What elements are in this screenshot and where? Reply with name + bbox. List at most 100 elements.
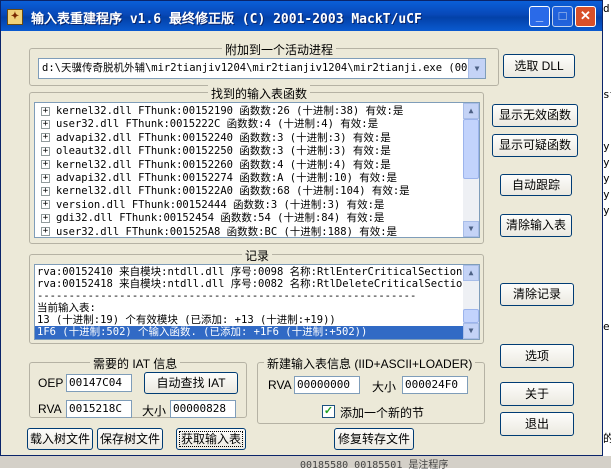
show-invalid-button[interactable]: 显示无效函数 <box>492 104 578 127</box>
expand-icon[interactable]: + <box>41 146 50 156</box>
scroll-down-arrow[interactable]: ▼ <box>463 323 479 339</box>
expand-icon[interactable]: + <box>41 133 50 143</box>
clear-imports-button[interactable]: 清除输入表 <box>500 214 572 237</box>
load-tree-button[interactable]: 载入树文件 <box>27 428 93 450</box>
log-line: rva:00152410 来自模块:ntdll.dll 序号:0098 名称:R… <box>37 266 463 278</box>
process-select[interactable]: d:\天骥传奇脱机外辅\mir2tianjiv1204\mir2tianjiv1… <box>38 58 486 79</box>
imports-group: 找到的输入表函数 + user32.dll FThunk:001525A8 函数数… <box>29 85 484 244</box>
new-rva-label: RVA <box>268 378 292 392</box>
import-tree-row-label: user32.dll FThunk:0015222C 函数数:4 (十进制:4)… <box>56 118 379 131</box>
background-window-bottom: 00185580 00185501 是注程序 <box>0 456 611 471</box>
import-tree-row-label: advapi32.dll FThunk:00152274 函数数:A (十进制:… <box>56 172 398 184</box>
expand-icon[interactable]: + <box>41 119 50 129</box>
import-tree-row[interactable]: + kernel32.dll FThunk:00152190 函数数:26 (十进… <box>35 105 403 118</box>
import-tree-row-label: kernel32.dll FThunk:001522A0 函数数:68 (十进制… <box>56 185 410 198</box>
scroll-up-arrow[interactable]: ▲ <box>463 265 479 281</box>
import-tree-row[interactable]: + gdi32.dll FThunk:00152454 函数数:54 (十进制:8… <box>35 212 384 225</box>
import-tree-row-label: kernel32.dll FThunk:00152260 函数数:4 (十进制:… <box>56 158 391 171</box>
close-icon: ✕ <box>580 8 591 23</box>
bg-text: y <box>603 188 610 201</box>
import-tree-row[interactable]: + user32.dll FThunk:001525A8 函数数:BC (十进制:… <box>35 225 398 238</box>
new-import-legend: 新建输入表信息 (IID+ASCII+LOADER) <box>264 355 476 372</box>
bg-text: e <box>603 320 610 333</box>
bg-text: 的 <box>603 432 611 445</box>
background-window-left: n n n n n n n <box>0 0 2 456</box>
oep-label: OEP <box>38 376 64 390</box>
expand-icon[interactable]: + <box>41 213 50 223</box>
show-suspect-button[interactable]: 显示可疑函数 <box>492 134 578 157</box>
bg-text: 00185580 00185501 是注程序 <box>300 460 449 471</box>
import-tree-row-label: user32.dll FThunk:001525A8 函数数:BC (十进制:1… <box>56 225 398 238</box>
bg-text: y <box>603 172 610 185</box>
scroll-thumb[interactable] <box>463 309 479 323</box>
scroll-down-arrow[interactable]: ▼ <box>463 221 479 237</box>
minimize-button[interactable]: _ <box>529 6 550 27</box>
import-tree-scrollbar[interactable]: ▲ ▼ <box>463 103 479 237</box>
import-tree-row-label: version.dll FThunk:00152444 函数数:3 (十进制:3… <box>56 198 385 211</box>
process-select-value: d:\天骥传奇脱机外辅\mir2tianjiv1204\mir2tianjiv1… <box>42 62 474 74</box>
import-tree-row[interactable]: + oleaut32.dll FThunk:00152250 函数数:3 (十进制… <box>35 145 391 158</box>
get-imports-button[interactable]: 获取输入表 <box>176 428 246 450</box>
add-section-checkbox[interactable]: ✓ <box>322 405 335 418</box>
window-title: 输入表重建程序 v1.6 最终修正版 (C) 2001-2003 MackT/u… <box>31 12 422 27</box>
log-group: 记录 1F6 (十进制:502) 个输入函数. (已添加: +1F6 (十进制:… <box>29 247 484 344</box>
expand-icon[interactable]: + <box>41 160 50 170</box>
add-section-label[interactable]: 添加一个新的节 <box>340 404 424 421</box>
new-size-input[interactable]: 000024F0 <box>402 376 468 394</box>
minimize-icon: _ <box>535 8 544 23</box>
title-bar[interactable]: ✦ 输入表重建程序 v1.6 最终修正版 (C) 2001-2003 MackT… <box>1 1 602 31</box>
maximize-button[interactable]: □ <box>552 6 573 27</box>
about-button[interactable]: 关于 <box>500 382 574 406</box>
exit-button[interactable]: 退出 <box>500 412 574 436</box>
oep-input[interactable]: 00147C04 <box>66 374 132 392</box>
bg-text: st <box>603 88 611 101</box>
log-scrollbar[interactable]: ▲ ▼ <box>463 265 479 339</box>
new-import-group: 新建输入表信息 (IID+ASCII+LOADER) RVA 00000000 … <box>257 355 485 424</box>
log-line: 13 (十进制:19) 个有效模块 (已添加: +13 (十进制:+19)) <box>37 314 336 326</box>
bg-text: y <box>603 140 610 153</box>
attach-group: 附加到一个活动进程 d:\天骥传奇脱机外辅\mir2tianjiv1204\mi… <box>29 41 499 86</box>
import-tree[interactable]: + user32.dll FThunk:001525A8 函数数:BC (十进制:… <box>34 102 480 238</box>
expand-icon[interactable]: + <box>41 106 50 116</box>
bg-text: d <box>603 2 610 15</box>
import-tree-row[interactable]: + kernel32.dll FThunk:00152260 函数数:4 (十进制… <box>35 159 391 172</box>
import-tree-row[interactable]: + kernel32.dll FThunk:001522A0 函数数:68 (十进… <box>35 185 410 198</box>
new-rva-input[interactable]: 00000000 <box>294 376 360 394</box>
scroll-up-arrow[interactable]: ▲ <box>463 103 479 119</box>
expand-icon[interactable]: + <box>41 227 50 237</box>
import-tree-row[interactable]: + advapi32.dll FThunk:00152240 函数数:3 (十进制… <box>35 132 391 145</box>
main-window: ✦ 输入表重建程序 v1.6 最终修正版 (C) 2001-2003 MackT… <box>0 0 603 456</box>
log-line[interactable]: 1F6 (十进制:502) 个输入函数. (已添加: +1F6 (十进制:+50… <box>35 326 463 339</box>
fix-dump-button[interactable]: 修复转存文件 <box>334 428 414 450</box>
import-tree-row[interactable]: + advapi32.dll FThunk:00152274 函数数:A (十进制… <box>35 172 397 185</box>
app-icon: ✦ <box>7 9 23 25</box>
expand-icon[interactable]: + <box>41 200 50 210</box>
iat-size-input[interactable]: 00000828 <box>170 400 236 418</box>
select-dll-button[interactable]: 选取 DLL <box>503 54 575 78</box>
scroll-thumb[interactable] <box>463 119 479 179</box>
bg-text: y <box>603 156 610 169</box>
bg-text: y <box>603 204 610 217</box>
log-list[interactable]: 1F6 (十进制:502) 个输入函数. (已添加: +1F6 (十进制:+50… <box>34 264 480 340</box>
auto-trace-button[interactable]: 自动跟踪 <box>500 174 572 196</box>
iat-rva-label: RVA <box>38 402 62 416</box>
close-button[interactable]: ✕ <box>575 6 596 27</box>
expand-icon[interactable]: + <box>41 186 50 196</box>
auto-search-iat-button[interactable]: 自动查找 IAT <box>144 372 238 394</box>
iat-group: 需要的 IAT 信息 OEP 00147C04 自动查找 IAT RVA 001… <box>29 355 247 418</box>
save-tree-button[interactable]: 保存树文件 <box>97 428 163 450</box>
imports-legend: 找到的输入表函数 <box>208 85 311 102</box>
options-button[interactable]: 选项 <box>500 344 574 368</box>
import-tree-row[interactable]: + version.dll FThunk:00152444 函数数:3 (十进制:… <box>35 199 384 212</box>
iat-rva-input[interactable]: 0015218C <box>66 400 132 418</box>
chevron-down-icon[interactable]: ▼ <box>468 59 485 78</box>
import-tree-row[interactable]: + user32.dll FThunk:0015222C 函数数:4 (十进制:4… <box>35 118 378 131</box>
expand-icon[interactable]: + <box>41 173 50 183</box>
log-line: 当前输入表: <box>37 302 96 314</box>
import-tree-row-label: gdi32.dll FThunk:00152454 函数数:54 (十进制:84… <box>56 212 385 225</box>
import-tree-row-label: advapi32.dll FThunk:00152240 函数数:3 (十进制:… <box>56 131 391 144</box>
clear-log-button[interactable]: 清除记录 <box>500 283 574 306</box>
log-line: rva:00152418 来自模块:ntdll.dll 序号:0082 名称:R… <box>37 278 469 290</box>
import-tree-row-label: kernel32.dll FThunk:00152190 函数数:26 (十进制… <box>56 105 404 117</box>
background-window-right: d st y y y y y e 的 <box>603 0 611 468</box>
